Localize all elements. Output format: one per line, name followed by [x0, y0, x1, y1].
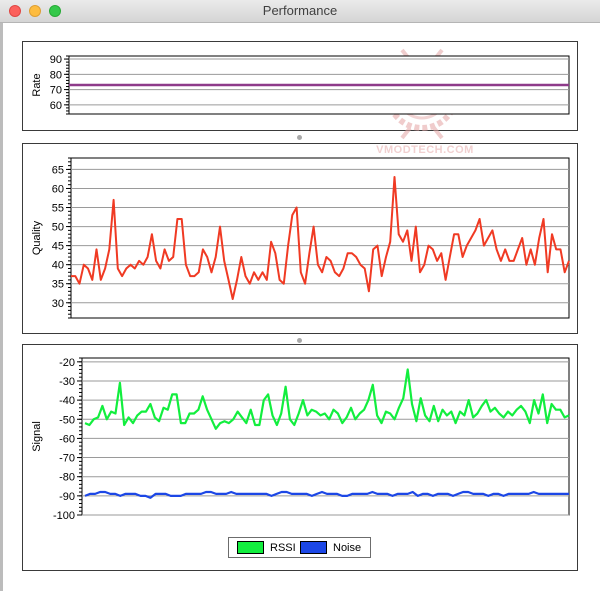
rate-chart: 90 80 70 60 Rate	[31, 54, 570, 115]
axis-label: Signal	[31, 421, 43, 452]
legend-item-rssi: RSSI	[237, 540, 296, 555]
tick-label: 35	[52, 279, 64, 291]
tick-label: 70	[50, 85, 62, 97]
tick-label: -50	[59, 414, 75, 426]
tick-label: 80	[50, 69, 62, 81]
tick-label: 90	[50, 54, 62, 66]
tick-label: -100	[53, 510, 75, 522]
tick-label: 50	[52, 222, 64, 234]
tick-label: -70	[59, 453, 75, 465]
tick-label: 45	[52, 241, 64, 253]
tick-label: 40	[52, 260, 64, 272]
tick-label: 55	[52, 203, 64, 215]
tick-label: -80	[59, 472, 75, 484]
signal-legend: RSSI Noise	[228, 537, 371, 558]
quality-chart: 65 60 55 50 45 40 35 30 Quality	[31, 157, 570, 319]
tick-label: 60	[50, 100, 62, 112]
rssi-swatch-icon	[237, 541, 264, 554]
legend-rssi-label: RSSI	[270, 541, 296, 554]
tick-label: -40	[59, 395, 75, 407]
legend-item-noise: Noise	[300, 540, 361, 555]
noise-swatch-icon	[300, 541, 327, 554]
tick-label: -20	[59, 357, 75, 369]
signal-chart: -20 -30 -40 -50 -60 -70 -80 -90 -100 Signal	[31, 357, 570, 522]
tick-label: -90	[59, 491, 75, 503]
axis-label: Quality	[31, 220, 43, 255]
legend-noise-label: Noise	[333, 541, 362, 554]
axis-label: Rate	[31, 73, 43, 96]
plot-area	[81, 357, 570, 516]
tick-label: 65	[52, 164, 64, 176]
tick-label: -30	[59, 376, 75, 388]
tick-label: 60	[52, 183, 64, 195]
tick-label: -60	[59, 433, 75, 445]
charts-layer: VMODTECH.COM 90 80 70 60 Rate 65 60 55 50 45 40 35…	[31, 48, 570, 522]
performance-window: Performance VMODTECH.COM 90 80 70 60 Rate 65…	[0, 0, 600, 591]
tick-label: 30	[52, 298, 64, 310]
watermark-text: VMODTECH.COM	[376, 144, 474, 156]
